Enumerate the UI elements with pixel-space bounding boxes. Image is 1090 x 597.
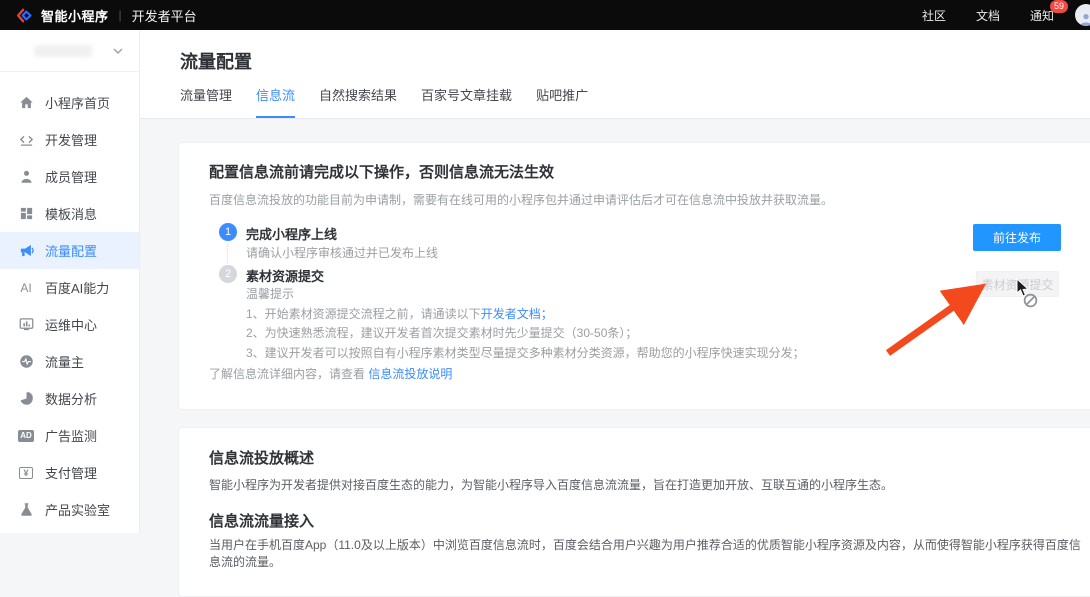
template-icon bbox=[18, 206, 34, 222]
step-2-number: 2 bbox=[219, 265, 237, 283]
logo-divider: | bbox=[119, 8, 122, 22]
notice-subtitle: 百度信息流投放的功能目前为申请制，需要有在线可用的小程序包并通过申请评估后才可在… bbox=[209, 191, 833, 208]
tip-2: 2、为快速熟悉流程，建议开发者首次提交素材时先少量提交（30-50条）； bbox=[246, 324, 805, 344]
ai-icon: AI bbox=[18, 280, 34, 296]
tab-baijiahao-article[interactable]: 百家号文章挂载 bbox=[421, 85, 512, 118]
tab-traffic-management[interactable]: 流量管理 bbox=[180, 85, 232, 118]
sidebar-item-label: 支付管理 bbox=[45, 463, 97, 482]
nav-docs[interactable]: 文档 bbox=[976, 7, 1000, 24]
notification-badge: 59 bbox=[1050, 0, 1068, 13]
sidebar-item-label: 小程序首页 bbox=[45, 93, 110, 112]
developer-docs-link[interactable]: 开发者文档； bbox=[481, 307, 553, 321]
step-1-title: 完成小程序上线 bbox=[246, 224, 337, 243]
app-selector[interactable] bbox=[0, 30, 139, 72]
sidebar-item-ad-monitor[interactable]: AD 广告监测 bbox=[0, 417, 139, 454]
megaphone-icon bbox=[18, 243, 34, 259]
traffic-icon bbox=[18, 354, 34, 370]
tab-bar: 流量管理 信息流 自然搜索结果 百家号文章挂载 贴吧推广 bbox=[180, 85, 588, 118]
step-2-title: 素材资源提交 bbox=[246, 266, 324, 285]
ad-icon: AD bbox=[18, 428, 34, 444]
step-1-desc: 请确认小程序审核通过并已发布上线 bbox=[246, 244, 438, 261]
sidebar-item-label: 广告监测 bbox=[45, 426, 97, 445]
not-allowed-icon bbox=[1023, 293, 1038, 308]
pie-icon bbox=[18, 391, 34, 407]
sidebar-item-lab[interactable]: 产品实验室 bbox=[0, 491, 139, 528]
sidebar-item-traffic-owner[interactable]: 流量主 bbox=[0, 343, 139, 380]
notice-footer: 了解信息流详细内容，请查看 信息流投放说明 bbox=[209, 365, 452, 382]
sidebar-item-payment[interactable]: ¥ 支付管理 bbox=[0, 454, 139, 491]
person-icon bbox=[1079, 12, 1090, 26]
go-publish-button[interactable]: 前往发布 bbox=[973, 224, 1061, 251]
overview-title: 信息流投放概述 bbox=[209, 447, 314, 468]
blurred-app-name bbox=[34, 45, 92, 57]
tab-tieba-promotion[interactable]: 贴吧推广 bbox=[536, 85, 588, 118]
smartapp-logo-icon bbox=[16, 7, 33, 24]
overview-body: 智能小程序为开发者提供对接百度生态的能力，为智能小程序导入百度信息流流量，旨在打… bbox=[209, 476, 1079, 493]
step-connector bbox=[227, 244, 228, 263]
sidebar-item-label: 数据分析 bbox=[45, 389, 97, 408]
tips-title: 温馨提示 bbox=[246, 285, 805, 305]
feed-setup-notice-card: 配置信息流前请完成以下操作，否则信息流无法生效 百度信息流投放的功能目前为申请制… bbox=[178, 142, 1090, 410]
monitor-icon bbox=[18, 317, 34, 333]
sidebar-item-label: 运维中心 bbox=[45, 315, 97, 334]
feed-delivery-info-link[interactable]: 信息流投放说明 bbox=[368, 367, 452, 381]
access-body: 当用户在手机百度App（11.0及以上版本）中浏览百度信息流时，百度会结合用户兴… bbox=[209, 536, 1089, 570]
code-icon bbox=[18, 132, 34, 148]
sidebar-item-label: 流量配置 bbox=[45, 241, 97, 260]
sidebar-item-label: 流量主 bbox=[45, 352, 84, 371]
tips-block: 温馨提示 1、开始素材资源提交流程之前，请通读以下开发者文档； 2、为快速熟悉流… bbox=[246, 285, 805, 363]
sidebar-item-label: 产品实验室 bbox=[45, 500, 110, 519]
sidebar: 小程序首页 开发管理 成员管理 模板消息 流量配置 bbox=[0, 30, 140, 533]
sidebar-item-label: 百度AI能力 bbox=[45, 278, 109, 297]
sidebar-item-home[interactable]: 小程序首页 bbox=[0, 84, 139, 121]
tip-1: 1、开始素材资源提交流程之前，请通读以下开发者文档； bbox=[246, 305, 805, 325]
notice-title: 配置信息流前请完成以下操作，否则信息流无法生效 bbox=[209, 161, 554, 182]
nav-notifications[interactable]: 通知 59 bbox=[1030, 7, 1054, 24]
tip-3: 3、建议开发者可以按照自有小程序素材类型尽量提交多种素材分类资源，帮助您的小程序… bbox=[246, 344, 805, 364]
sidebar-item-label: 成员管理 bbox=[45, 167, 97, 186]
sidebar-item-members[interactable]: 成员管理 bbox=[0, 158, 139, 195]
sidebar-item-analytics[interactable]: 数据分析 bbox=[0, 380, 139, 417]
tab-feed[interactable]: 信息流 bbox=[256, 85, 295, 118]
chevron-down-icon bbox=[113, 46, 123, 56]
top-header: 智能小程序 | 开发者平台 社区 文档 通知 59 bbox=[0, 0, 1090, 30]
sidebar-item-label: 模板消息 bbox=[45, 204, 97, 223]
page-title: 流量配置 bbox=[180, 48, 252, 74]
sidebar-item-label: 开发管理 bbox=[45, 130, 97, 149]
step-1-number: 1 bbox=[219, 223, 237, 241]
sidebar-item-ops[interactable]: 运维中心 bbox=[0, 306, 139, 343]
logo-title: 智能小程序 bbox=[41, 6, 109, 25]
logo-subtitle: 开发者平台 bbox=[132, 6, 197, 25]
home-icon bbox=[18, 95, 34, 111]
red-annotation-arrow bbox=[878, 283, 988, 361]
user-avatar[interactable] bbox=[1075, 4, 1090, 26]
tab-natural-search[interactable]: 自然搜索结果 bbox=[319, 85, 397, 118]
feed-overview-card: 信息流投放概述 智能小程序为开发者提供对接百度生态的能力，为智能小程序导入百度信… bbox=[178, 427, 1090, 597]
member-icon bbox=[18, 169, 34, 185]
header-nav: 社区 文档 通知 59 bbox=[922, 0, 1054, 30]
access-title: 信息流流量接入 bbox=[209, 510, 314, 531]
sidebar-item-template[interactable]: 模板消息 bbox=[0, 195, 139, 232]
sidebar-item-dev[interactable]: 开发管理 bbox=[0, 121, 139, 158]
logo[interactable]: 智能小程序 | 开发者平台 bbox=[16, 6, 197, 25]
page-header: 流量配置 流量管理 信息流 自然搜索结果 百家号文章挂载 贴吧推广 bbox=[140, 30, 1090, 119]
sidebar-item-ai[interactable]: AI 百度AI能力 bbox=[0, 269, 139, 306]
sidebar-item-traffic-config[interactable]: 流量配置 bbox=[0, 232, 139, 269]
sidebar-menu: 小程序首页 开发管理 成员管理 模板消息 流量配置 bbox=[0, 72, 139, 528]
flask-icon bbox=[18, 502, 34, 518]
pay-icon: ¥ bbox=[18, 465, 34, 481]
nav-community[interactable]: 社区 bbox=[922, 7, 946, 24]
